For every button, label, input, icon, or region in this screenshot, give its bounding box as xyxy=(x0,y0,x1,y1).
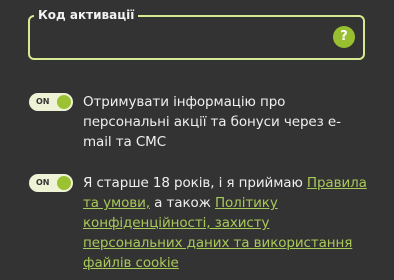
terms-text-middle: а також xyxy=(149,195,215,211)
toggle-knob xyxy=(57,176,71,190)
toggle-knob xyxy=(57,95,71,109)
activation-code-label: Код активації xyxy=(34,7,139,23)
activation-code-input[interactable] xyxy=(38,25,326,51)
terms-text-before: Я старше 18 років, і я приймаю xyxy=(83,175,307,191)
terms-toggle[interactable]: ON xyxy=(29,174,73,192)
marketing-consent-text: Отримувати інформацію про персональні ак… xyxy=(83,94,341,150)
activation-form: Код активації ? ON Отримувати інформацію… xyxy=(0,0,394,280)
toggle-on-label: ON xyxy=(36,178,50,187)
terms-consent-text: Я старше 18 років, і я приймаю Правила т… xyxy=(83,173,369,273)
toggle-on-label: ON xyxy=(36,97,50,106)
marketing-toggle[interactable]: ON xyxy=(29,93,73,111)
help-icon[interactable]: ? xyxy=(333,26,355,48)
activation-code-field: Код активації ? xyxy=(28,7,365,60)
